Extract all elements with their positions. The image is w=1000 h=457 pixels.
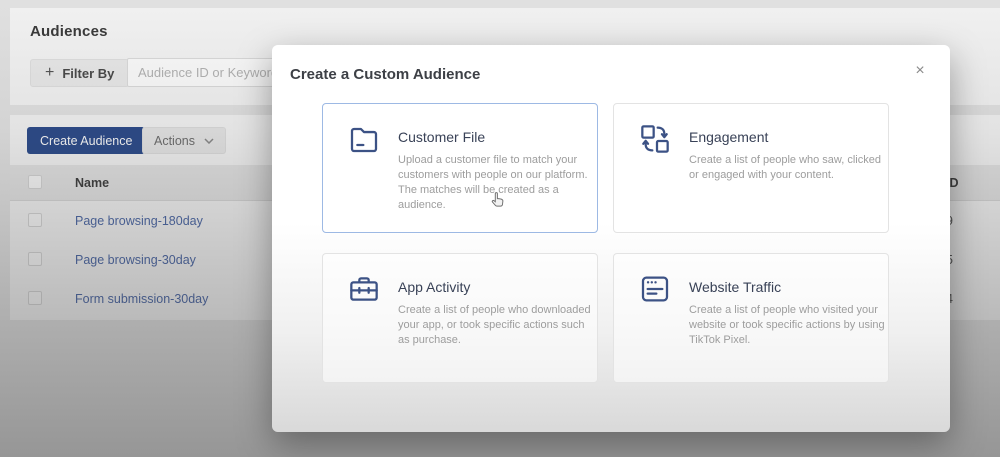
card-title: Customer File xyxy=(398,129,485,145)
app-activity-card[interactable]: App Activity Create a list of people who… xyxy=(322,253,598,383)
card-title: Website Traffic xyxy=(689,279,781,295)
card-description: Create a list of people who saw, clicked… xyxy=(689,153,887,183)
hand-cursor-icon xyxy=(489,190,507,210)
engagement-swap-icon xyxy=(639,123,671,155)
card-title: App Activity xyxy=(398,279,470,295)
create-custom-audience-modal: Create a Custom Audience × Customer File… xyxy=(272,45,950,432)
card-description: Create a list of people who downloaded y… xyxy=(398,303,596,348)
briefcase-icon xyxy=(348,273,380,305)
browser-window-icon xyxy=(639,273,671,305)
card-title: Engagement xyxy=(689,129,768,145)
engagement-card[interactable]: Engagement Create a list of people who s… xyxy=(613,103,889,233)
folder-icon xyxy=(348,123,380,155)
website-traffic-card[interactable]: Website Traffic Create a list of people … xyxy=(613,253,889,383)
customer-file-card[interactable]: Customer File Upload a customer file to … xyxy=(322,103,598,233)
card-description: Create a list of people who visited your… xyxy=(689,303,887,348)
close-icon[interactable]: × xyxy=(910,61,930,81)
modal-title: Create a Custom Audience xyxy=(290,66,480,83)
